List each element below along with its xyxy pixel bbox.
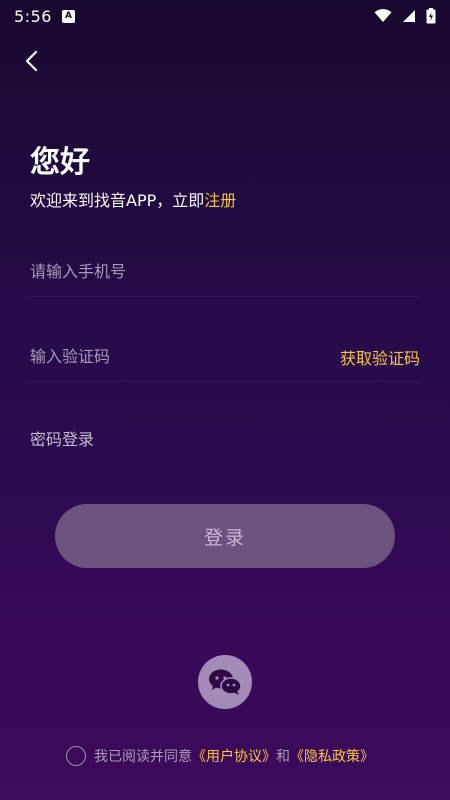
- status-icons: [374, 8, 436, 24]
- wifi-icon: [374, 9, 392, 22]
- welcome-text: 欢迎来到找音APP，立即注册: [30, 187, 236, 211]
- agreement-row: 我已阅读并同意 《用户协议》 和 《隐私政策》: [66, 745, 374, 767]
- login-button[interactable]: 登录: [55, 504, 395, 568]
- back-button[interactable]: [16, 46, 46, 76]
- signal-icon: [403, 10, 415, 22]
- status-bar: 5:56 A: [0, 0, 450, 32]
- status-time: 5:56: [14, 6, 52, 26]
- get-code-button[interactable]: 获取验证码: [340, 345, 420, 369]
- battery-icon: [426, 8, 436, 24]
- verification-code-input[interactable]: [30, 347, 340, 366]
- agreement-text: 我已阅读并同意: [94, 749, 192, 765]
- phone-input[interactable]: [30, 262, 420, 281]
- wechat-icon: [209, 669, 242, 695]
- page-title: 您好: [30, 145, 90, 180]
- chevron-left-icon: [25, 50, 38, 72]
- user-agreement-link[interactable]: 《用户协议》: [192, 746, 276, 766]
- agreement-conjunction: 和: [276, 749, 290, 765]
- agreement-checkbox[interactable]: [66, 746, 86, 766]
- code-field: 获取验证码: [30, 332, 420, 382]
- welcome-label: 欢迎来到找音APP，立即: [30, 191, 205, 210]
- notification-a-icon: A: [61, 9, 75, 23]
- password-login-link[interactable]: 密码登录: [30, 426, 94, 450]
- wechat-login-button[interactable]: [198, 655, 252, 709]
- privacy-policy-link[interactable]: 《隐私政策》: [290, 746, 374, 766]
- phone-field: [30, 247, 420, 297]
- register-link[interactable]: 注册: [204, 191, 236, 210]
